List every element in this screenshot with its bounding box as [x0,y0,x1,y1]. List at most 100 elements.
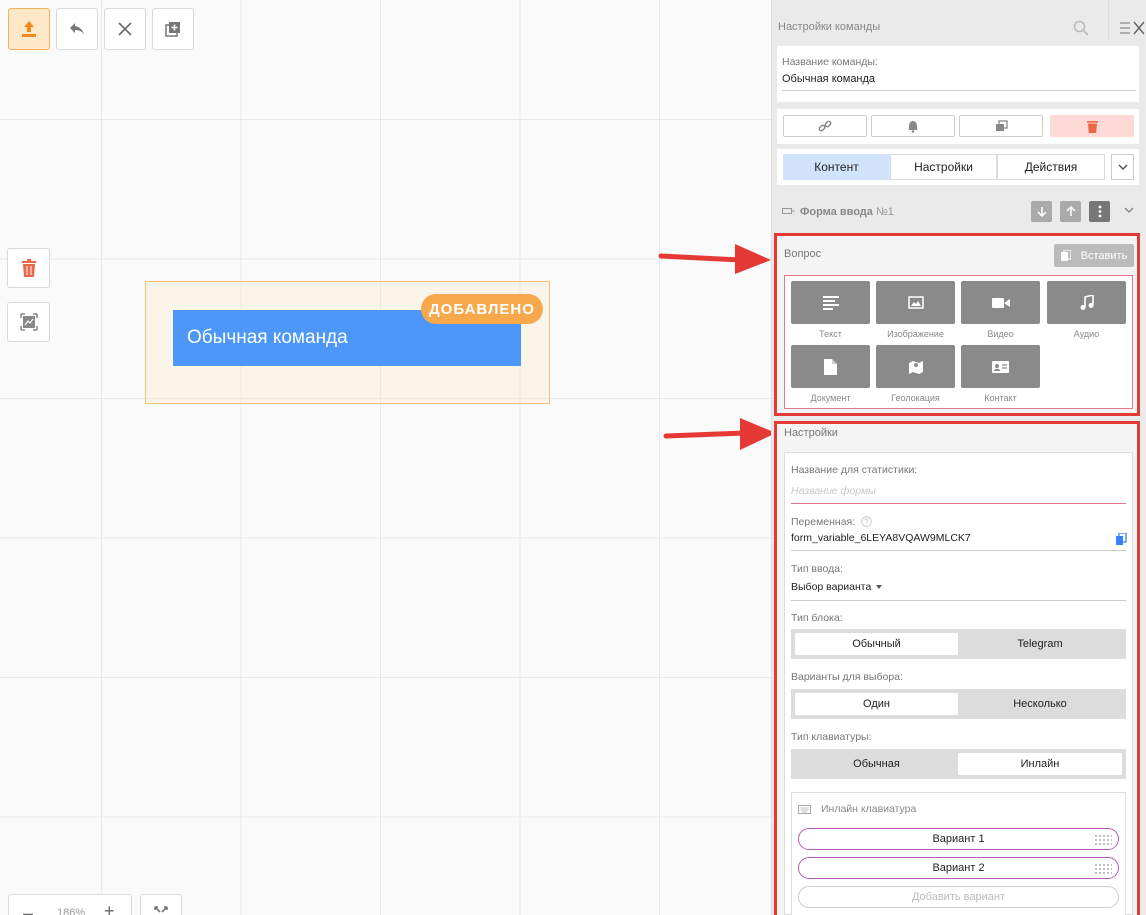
panel-title: Настройки команды [778,21,881,33]
arrow-up-icon [1065,206,1076,216]
media-contact-button[interactable] [961,345,1040,388]
input-type-value: Выбор варианта [791,581,872,593]
added-badge-label: ДОБАВЛЕНО [429,300,535,318]
duplicate-button[interactable] [152,8,194,50]
keyboard-regular[interactable]: Обычная [795,753,958,775]
block-type-label: Тип блока: [791,612,843,624]
zoom-control: – 186% + [8,894,132,915]
media-document-label: Документ [810,393,851,403]
keyboard-inline[interactable]: Инлайн [958,753,1122,775]
media-document-button[interactable] [791,345,870,388]
drag-handle-icon[interactable] [1094,834,1112,846]
inline-keyboard-title: Инлайн клавиатура [821,803,917,815]
move-up-button[interactable] [1060,201,1081,222]
search-icon[interactable] [1073,20,1089,36]
frame-icon [19,313,38,331]
map-icon [908,361,923,374]
input-form-icon [782,208,795,214]
variant-button-1[interactable]: Вариант 1 [798,828,1119,850]
block-collapse-icon[interactable] [1124,207,1134,214]
choice-single-label: Один [863,698,890,710]
question-label: Вопрос [784,248,822,260]
add-variant-button[interactable]: Добавить вариант [798,886,1119,908]
input-type-label: Тип ввода: [791,563,843,575]
menu-close-icon[interactable] [1118,20,1146,36]
input-type-select[interactable]: Выбор варианта [791,581,883,593]
link-icon [818,120,832,132]
block-type-regular[interactable]: Обычный [795,633,958,655]
block-number: №1 [876,206,894,218]
header-divider [1108,0,1109,40]
zoom-level: 186% [57,907,86,915]
close-icon [118,22,132,36]
copy-icon [995,120,1008,131]
document-icon [824,358,837,375]
center-node-button[interactable] [7,302,50,342]
media-geo-button[interactable] [876,345,955,388]
block-type-regular-label: Обычный [852,638,901,650]
add-variant-label: Добавить вариант [911,891,1005,903]
tab-actions[interactable]: Действия [997,154,1105,180]
fit-screen-button[interactable] [140,894,182,915]
paste-button[interactable]: Вставить [1054,244,1134,267]
delete-node-button[interactable] [7,248,50,288]
keyboard-icon [798,805,811,814]
annotation-arrow-question [658,244,771,274]
audio-icon [1080,294,1094,310]
media-video-button[interactable] [961,281,1040,324]
block-more-button[interactable] [1089,201,1110,222]
stat-name-label: Название для статистики: [791,464,918,476]
variable-value[interactable]: form_variable_6LEYA8VQAW9MLCK7 [791,532,971,544]
tab-settings[interactable]: Настройки [890,154,997,180]
drag-handle-icon[interactable] [1094,863,1112,875]
more-vertical-icon [1098,205,1101,218]
choice-multiple[interactable]: Несколько [958,693,1122,715]
publish-button[interactable] [8,8,50,50]
tabs-dropdown-button[interactable] [1111,154,1134,180]
media-geo-label: Геолокация [891,393,940,403]
zoom-in-button[interactable]: + [104,901,115,915]
keyboard-inline-label: Инлайн [1020,758,1060,770]
move-down-button[interactable] [1031,201,1052,222]
bell-icon [908,120,918,133]
annotation-arrow-settings [663,418,776,450]
undo-button[interactable] [56,8,98,50]
paste-icon [1060,249,1071,261]
image-icon [907,296,924,309]
media-audio-label: Аудио [1073,329,1100,339]
choice-multiple-label: Несколько [1013,698,1067,710]
tab-content-label: Контент [814,160,859,174]
trash-icon [21,259,36,277]
media-text-label: Текст [819,329,842,339]
variant-2-label: Вариант 2 [932,862,985,874]
media-image-button[interactable] [876,281,955,324]
media-text-button[interactable] [791,281,870,324]
copy-variable-icon[interactable] [1116,533,1127,546]
block-type-telegram-label: Telegram [1017,638,1063,650]
choice-single[interactable]: Один [795,693,958,715]
stat-name-input[interactable]: Название формы [791,485,876,497]
media-video-label: Видео [987,329,1014,339]
caret-down-icon [876,585,883,589]
zoom-out-button[interactable]: – [23,903,33,915]
media-image-label: Изображение [887,329,944,339]
close-button[interactable] [104,8,146,50]
tab-content[interactable]: Контент [783,154,890,180]
paste-label: Вставить [1080,249,1128,262]
tab-actions-label: Действия [1024,160,1078,174]
variant-button-2[interactable]: Вариант 2 [798,857,1119,879]
delete-command-button[interactable] [1050,115,1134,137]
stat-name-underline [791,503,1126,504]
command-node-title: Обычная команда [187,327,348,348]
block-title: Форма ввода [800,206,873,218]
tab-settings-label: Настройки [914,160,973,174]
notification-button[interactable] [871,115,955,137]
block-type-telegram[interactable]: Telegram [958,633,1122,655]
link-button[interactable] [783,115,867,137]
copy-command-button[interactable] [959,115,1043,137]
upload-icon [22,21,36,37]
media-audio-button[interactable] [1047,281,1126,324]
expand-icon [154,906,168,913]
help-icon[interactable]: ? [861,516,872,527]
command-name-input[interactable]: Обычная команда [782,73,875,85]
